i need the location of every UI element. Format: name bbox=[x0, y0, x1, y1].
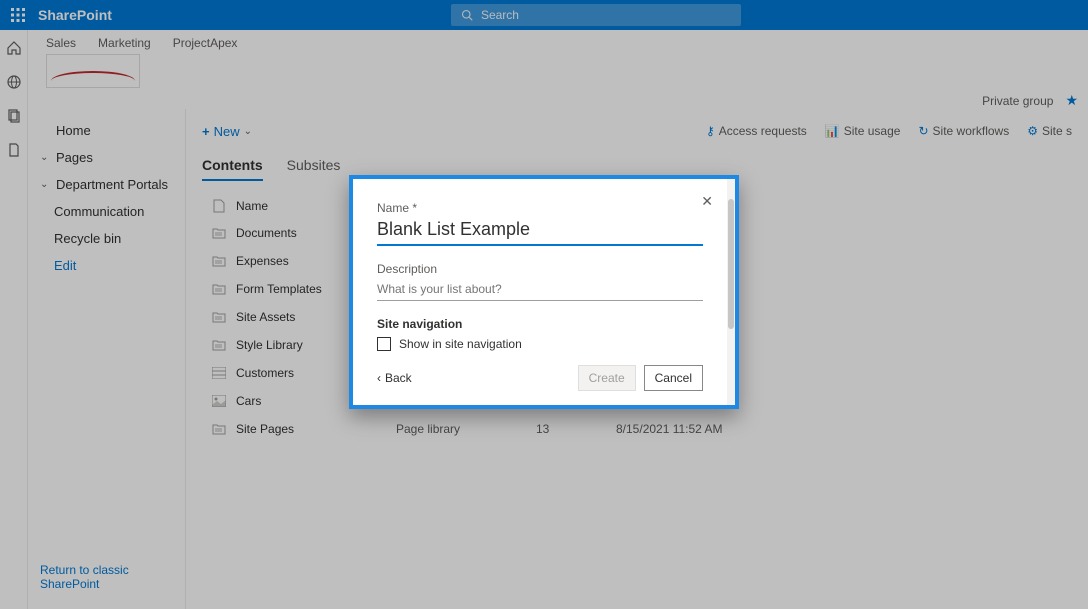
dialog-scrollbar[interactable] bbox=[727, 179, 735, 405]
close-icon[interactable]: ✕ bbox=[701, 193, 713, 210]
name-input[interactable] bbox=[377, 217, 703, 246]
name-label: Name * bbox=[377, 201, 703, 215]
chevron-left-icon: ‹ bbox=[377, 371, 381, 385]
cancel-button[interactable]: Cancel bbox=[644, 365, 703, 391]
create-button[interactable]: Create bbox=[578, 365, 636, 391]
site-navigation-label: Site navigation bbox=[377, 317, 703, 331]
description-label: Description bbox=[377, 262, 703, 276]
show-in-nav-label: Show in site navigation bbox=[399, 337, 522, 351]
back-button[interactable]: ‹ Back bbox=[377, 371, 412, 385]
create-list-dialog: ✕ Name * Description Site navigation Sho… bbox=[349, 175, 739, 409]
description-input[interactable] bbox=[377, 278, 703, 301]
show-in-nav-checkbox[interactable] bbox=[377, 337, 391, 351]
